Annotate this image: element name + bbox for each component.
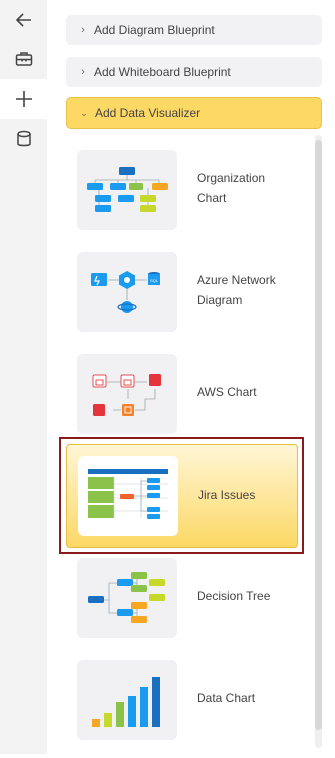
chevron-right-icon: › [81, 24, 85, 36]
accordion-add-diagram-blueprint[interactable]: › Add Diagram Blueprint [66, 15, 322, 45]
jira-issues-thumbnail [78, 456, 178, 536]
visualizer-label: Decision Tree [197, 589, 271, 603]
visualizer-azure-network-diagram[interactable]: SQL Azure Network Diagram [66, 250, 298, 350]
data-chart-thumbnail [77, 660, 177, 740]
decision-tree-thumbnail [77, 558, 177, 638]
accordion-label: Add Diagram Blueprint [94, 23, 215, 37]
bar-chart-icon [92, 677, 160, 727]
visualizer-label: AWS Chart [197, 385, 257, 399]
svg-text:SQL: SQL [150, 278, 159, 283]
jira-issues-icon [88, 469, 168, 519]
visualizer-label: Data Chart [197, 691, 256, 705]
plus-icon [15, 91, 32, 107]
accordion-add-whiteboard-blueprint[interactable]: › Add Whiteboard Blueprint [66, 57, 322, 87]
scrollbar-thumb[interactable] [315, 140, 322, 730]
data-button[interactable] [0, 119, 47, 159]
visualizer-decision-tree[interactable]: Decision Tree [66, 556, 298, 656]
azure-network-diagram-thumbnail: SQL [77, 252, 177, 332]
database-icon [16, 130, 31, 147]
accordion-label: Add Whiteboard Blueprint [94, 65, 231, 79]
organization-chart-thumbnail [77, 150, 177, 230]
decision-tree-icon [88, 572, 165, 623]
org-chart-icon [87, 167, 168, 212]
back-button[interactable] [0, 0, 47, 40]
chevron-down-icon: ⌄ [80, 107, 88, 118]
accordion-label: Add Data Visualizer [95, 106, 201, 120]
toolbox-button[interactable] [0, 39, 47, 79]
left-rail [0, 0, 47, 754]
azure-network-icon: SQL [91, 271, 160, 313]
visualizer-label: Organization Chart [197, 171, 266, 205]
aws-chart-thumbnail [77, 354, 177, 434]
chevron-right-icon: › [81, 66, 85, 78]
visualizer-jira-issues[interactable]: Jira Issues [66, 444, 298, 548]
visualizer-organization-chart[interactable]: Organization Chart [66, 148, 298, 248]
back-arrow-icon [15, 13, 31, 27]
toolbox-icon [15, 52, 32, 66]
add-button[interactable] [0, 79, 47, 119]
visualizer-label: Jira Issues [198, 488, 256, 502]
visualizer-data-chart[interactable]: Data Chart [66, 658, 298, 758]
aws-chart-icon [92, 374, 161, 416]
accordion-add-data-visualizer[interactable]: ⌄ Add Data Visualizer [66, 97, 322, 129]
visualizer-label: Azure Network Diagram [197, 273, 276, 307]
